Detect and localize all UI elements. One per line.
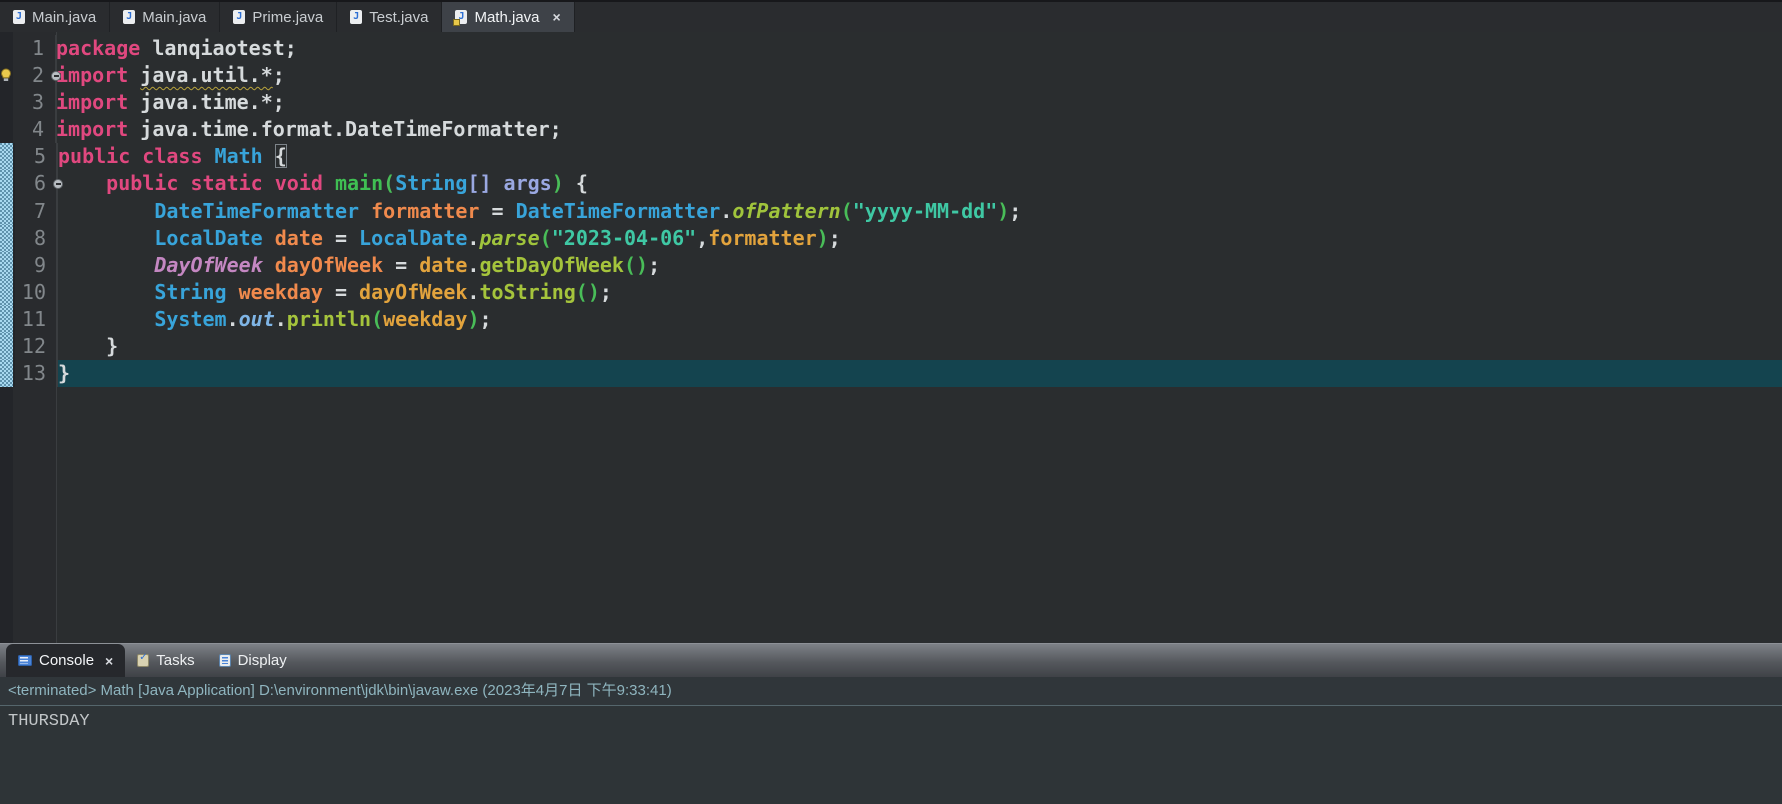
java-file-icon: J (233, 10, 245, 24)
console-view-tab-display[interactable]: Display (207, 644, 299, 677)
line-number: 8 (15, 225, 58, 252)
code-line: 4import java.time.format.DateTimeFormatt… (0, 116, 1782, 143)
annotation-gutter (0, 360, 15, 387)
close-icon[interactable]: × (105, 653, 113, 669)
annotation-gutter (0, 89, 13, 116)
close-icon[interactable]: × (553, 10, 561, 24)
line-number: 5 (15, 143, 58, 170)
code-line: 6 public static void main(String[] args)… (0, 170, 1782, 197)
editor-tab-test-java[interactable]: J Test.java (337, 2, 442, 32)
line-number: 6 (15, 170, 58, 197)
line-number: 13 (15, 360, 58, 387)
code-text: String weekday = dayOfWeek.toString(); (58, 279, 1782, 306)
console-tab-label: Tasks (156, 652, 194, 669)
code-text: import java.time.format.DateTimeFormatte… (56, 116, 1782, 143)
annotation-gutter (0, 252, 15, 279)
line-number: 4 (13, 116, 56, 143)
annotation-gutter (0, 116, 13, 143)
code-line: 3import java.time.*; (0, 89, 1782, 116)
line-number: 7 (15, 198, 58, 225)
line-number: 3 (13, 89, 56, 116)
editor-tab-label: Main.java (32, 9, 96, 26)
display-icon (219, 654, 231, 667)
editor-tab-label: Math.java (474, 9, 539, 26)
code-line: 5public class Math { (0, 143, 1782, 170)
warning-bulb-icon (0, 68, 12, 82)
annotation-gutter (0, 306, 15, 333)
line-number: 2 (13, 62, 56, 89)
console-view-tab-tasks[interactable]: Tasks (125, 644, 206, 677)
java-file-icon: J (455, 10, 467, 24)
warning-icon[interactable] (0, 62, 13, 89)
line-number: 12 (15, 333, 58, 360)
code-line: 8 LocalDate date = LocalDate.parse("2023… (0, 225, 1782, 252)
code-text: } (58, 333, 1782, 360)
code-lines: 1package lanqiaotest;2import java.util.*… (0, 35, 1782, 387)
code-line: 10 String weekday = dayOfWeek.toString()… (0, 279, 1782, 306)
editor-tab-label: Prime.java (252, 9, 323, 26)
line-number: 11 (15, 306, 58, 333)
editor-tab-main-java[interactable]: J Main.java (0, 2, 110, 32)
code-line: 12 } (0, 333, 1782, 360)
line-number: 1 (13, 35, 56, 62)
annotation-gutter (0, 143, 15, 170)
line-number: 10 (15, 279, 58, 306)
editor-tab-label: Main.java (142, 9, 206, 26)
code-line: 2import java.util.*; (0, 62, 1782, 89)
current-line-highlight: } (58, 360, 1782, 387)
code-line: 7 DateTimeFormatter formatter = DateTime… (0, 198, 1782, 225)
annotation-gutter (0, 279, 15, 306)
code-text: LocalDate date = LocalDate.parse("2023-0… (58, 225, 1782, 252)
java-file-icon: J (123, 10, 135, 24)
console-view-tab-console[interactable]: Console × (6, 644, 125, 677)
code-text: System.out.println(weekday); (58, 306, 1782, 333)
annotation-gutter (0, 333, 15, 360)
code-line: 13} (0, 360, 1782, 387)
annotation-gutter (0, 170, 15, 197)
console-icon (18, 655, 32, 666)
console-output[interactable]: THURSDAY (0, 706, 1782, 804)
code-text: import java.time.*; (56, 89, 1782, 116)
annotation-gutter (0, 198, 15, 225)
annotation-gutter (0, 35, 13, 62)
editor-tab-math-java[interactable]: J Math.java × (442, 2, 574, 32)
code-text: DayOfWeek dayOfWeek = date.getDayOfWeek(… (58, 252, 1782, 279)
editor-tab-prime-java[interactable]: J Prime.java (220, 2, 337, 32)
console-tabbar: Console × Tasks Display (0, 643, 1782, 677)
code-text: package lanqiaotest; (56, 35, 1782, 62)
code-text: public static void main(String[] args) { (58, 170, 1782, 197)
code-text: DateTimeFormatter formatter = DateTimeFo… (58, 198, 1782, 225)
editor-tabbar: J Main.java J Main.java J Prime.java J Test.jav… (0, 0, 1782, 34)
tasks-icon (137, 654, 149, 667)
code-line: 1package lanqiaotest; (0, 35, 1782, 62)
code-text: public class Math { (58, 143, 1782, 170)
code-line: 11 System.out.println(weekday); (0, 306, 1782, 333)
console-panel: Console × Tasks Display <terminated> Math [… (0, 643, 1782, 804)
eclipse-ide-window: J Main.java J Main.java J Prime.java J Test.jav… (0, 0, 1782, 804)
java-file-icon: J (350, 10, 362, 24)
line-number: 9 (15, 252, 58, 279)
console-tab-label: Console (39, 652, 94, 669)
console-status-line: <terminated> Math [Java Application] D:\… (0, 677, 1782, 706)
code-text: import java.util.*; (56, 62, 1782, 89)
editor-tab-label: Test.java (369, 9, 428, 26)
console-tab-label: Display (238, 652, 287, 669)
editor-tab-main-java[interactable]: J Main.java (110, 2, 220, 32)
annotation-gutter (0, 225, 15, 252)
code-editor[interactable]: 1package lanqiaotest;2import java.util.*… (0, 32, 1782, 643)
code-line: 9 DayOfWeek dayOfWeek = date.getDayOfWee… (0, 252, 1782, 279)
java-file-icon: J (13, 10, 25, 24)
